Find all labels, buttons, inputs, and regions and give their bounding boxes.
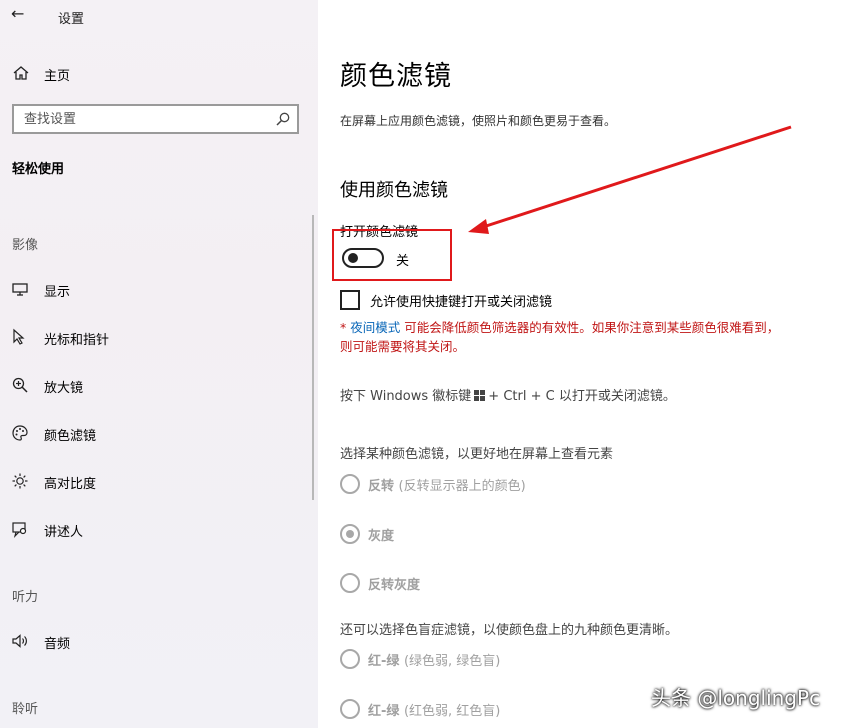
section-title: 使用颜色滤镜 [340,180,448,201]
sidebar-item-pointer[interactable]: 光标和指针 [0,321,310,353]
sidebar-item-label: 高对比度 [44,477,97,492]
monitor-icon [12,283,28,296]
sidebar-item-audio[interactable]: 音频 [0,625,310,657]
radio-button-selected[interactable] [340,524,360,544]
windows-logo-icon [474,390,486,401]
shortcut-hint-before: 按下 Windows 徽标键 [340,389,472,404]
nav-home-label: 主页 [44,69,71,84]
main-content: 颜色滤镜 在屏幕上应用颜色滤镜，使照片和颜色更易于查看。 使用颜色滤镜 打开颜色… [318,0,868,728]
group-title-listening: 聆听 [12,702,39,717]
radio-label: 反转 (反转显示器上的颜色) [368,479,526,494]
section-title: 轻松使用 [12,162,65,177]
watermark: 头条 @longlingPc [651,686,821,710]
radio-button[interactable] [340,474,360,494]
toggle-knob [348,253,358,263]
warning-prefix: * [340,320,351,335]
filter-option-deuteranopia[interactable]: 红-绿 (绿色弱, 绿色盲) [340,649,740,671]
sidebar-item-label: 音频 [44,637,71,652]
toggle-state-text: 关 [396,254,410,269]
sidebar-item-magnifier[interactable]: 放大镜 [0,369,310,401]
shortcut-hint-after: + Ctrl + C 以打开或关闭滤镜。 [488,389,676,404]
home-icon [13,66,29,80]
sidebar-item-display[interactable]: 显示 [0,273,310,305]
search-icon[interactable] [275,111,291,127]
radio-label: 灰度 [368,529,395,544]
night-light-link[interactable]: 夜间模式 [350,320,400,335]
radio-button[interactable] [340,699,360,719]
filter-option-invert[interactable]: 反转 (反转显示器上的颜色) [340,474,740,496]
sidebar-item-label: 讲述人 [44,525,84,540]
warning-text: 可能会降低颜色筛选器的有效性。如果你注意到某些颜色很难看到，则可能需要将其关闭。 [340,320,780,354]
speaker-icon [12,634,27,648]
search-input[interactable] [24,110,264,128]
group-title-vision: 影像 [12,238,39,253]
shortcut-checkbox-row[interactable]: 允许使用快捷键打开或关闭滤镜 [340,290,740,312]
shortcut-checkbox[interactable] [340,290,360,310]
app-title: 设置 [58,12,85,27]
sidebar-item-high-contrast[interactable]: 高对比度 [0,465,310,497]
sidebar-item-label: 颜色滤镜 [44,429,97,444]
sidebar: ← 设置 主页 轻松使用 影像 显示 光标和指针 放大镜 颜色滤镜 高对比度 讲… [0,0,318,728]
page-description: 在屏幕上应用颜色滤镜，使照片和颜色更易于查看。 [340,114,617,128]
filter-option-grayscale[interactable]: 灰度 [340,524,740,546]
sidebar-item-label: 光标和指针 [44,333,110,348]
sidebar-scrollbar[interactable] [312,215,314,500]
palette-icon [12,425,28,441]
narrator-icon [12,522,27,538]
night-light-warning: * 夜间模式 可能会降低颜色筛选器的有效性。如果你注意到某些颜色很难看到，则可能… [340,318,790,356]
shortcut-checkbox-label: 允许使用快捷键打开或关闭滤镜 [370,295,553,310]
filter-group-title: 选择某种颜色滤镜，以更好地在屏幕上查看元素 [340,447,614,462]
radio-label: 红-绿 (红色弱, 红色盲) [368,704,501,719]
shortcut-hint: 按下 Windows 徽标键 + Ctrl + C 以打开或关闭滤镜。 [340,385,676,404]
search-box[interactable] [12,104,299,134]
color-filter-toggle[interactable] [342,248,384,268]
radio-button[interactable] [340,573,360,593]
nav-home[interactable]: 主页 [0,56,318,90]
radio-label: 反转灰度 [368,578,421,593]
sun-icon [12,473,28,489]
radio-label: 红-绿 (绿色弱, 绿色盲) [368,654,501,669]
filter-option-inverted-grayscale[interactable]: 反转灰度 [340,573,740,595]
magnifier-icon [12,377,28,393]
pointer-icon [13,328,25,345]
title-bar: ← 设置 [0,0,318,34]
back-arrow-icon[interactable]: ← [11,4,24,23]
radio-button[interactable] [340,649,360,669]
sidebar-item-label: 放大镜 [44,381,84,396]
group-title-hearing: 听力 [12,590,39,605]
page-title: 颜色滤镜 [340,61,452,92]
sidebar-item-color-filters[interactable]: 颜色滤镜 [0,417,310,449]
colorblind-group-title: 还可以选择色盲症滤镜，以使颜色盘上的九种颜色更清晰。 [340,623,679,638]
sidebar-item-narrator[interactable]: 讲述人 [0,513,310,545]
sidebar-item-label: 显示 [44,285,71,300]
radio-dot [346,530,354,538]
